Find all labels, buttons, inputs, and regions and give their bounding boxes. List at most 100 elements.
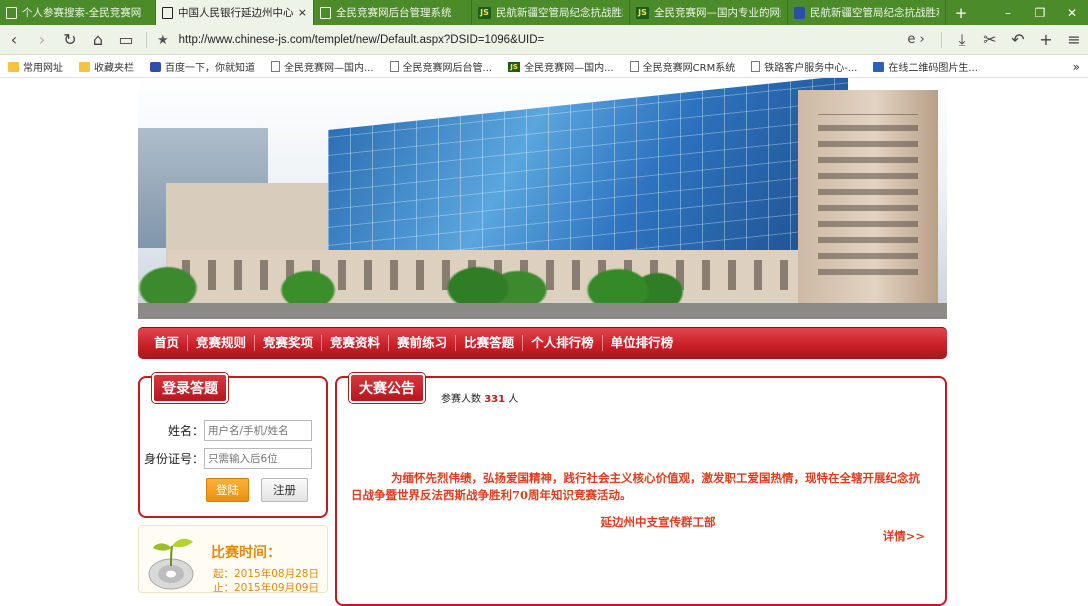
more-bookmarks-button[interactable]: » <box>1073 60 1088 74</box>
tab-admin-system[interactable]: 全民竞赛网后台管理系统 <box>314 0 472 25</box>
announcement-text: 为缅怀先烈伟绩，弘扬爱国精神，践行社会主义核心价值观，激发职工爱国热情，现特在全… <box>351 471 920 502</box>
menu-home[interactable]: 首页 <box>146 335 189 351</box>
menu-answer[interactable]: 比赛答题 <box>456 335 524 351</box>
bookmark-qrcode[interactable]: 在线二维码图片生... <box>865 59 986 74</box>
tab-title: 民航新疆空管局纪念抗战胜利 <box>496 7 623 19</box>
page-icon <box>751 61 761 72</box>
start-date: 起：2015年08月28日 <box>213 568 319 580</box>
qr-code-icon <box>873 61 885 72</box>
page-icon <box>320 6 331 19</box>
add-icon[interactable]: + <box>1032 26 1060 54</box>
banner-image <box>138 78 947 319</box>
ie-mode-button[interactable]: e › <box>897 26 935 54</box>
forward-button[interactable]: › <box>28 26 56 54</box>
bookmark-label: 常用网址 <box>23 63 63 74</box>
login-panel-title: 登录答题 <box>152 373 228 403</box>
back-button[interactable]: ‹ <box>0 26 28 54</box>
bookmark-label: 全民竞赛网CRM系统 <box>642 63 736 74</box>
baidu-icon <box>150 61 161 72</box>
star-icon[interactable]: ★ <box>157 32 169 48</box>
reader-mode-button[interactable]: ▭ <box>112 26 140 54</box>
close-icon[interactable]: × <box>298 6 307 19</box>
details-link[interactable]: 详情>> <box>883 528 925 544</box>
menu-unit-ranking[interactable]: 单位排行榜 <box>603 335 682 351</box>
bookmark-quanmin-admin[interactable]: 全民竞赛网后台管... <box>382 59 501 74</box>
folder-icon <box>8 61 19 72</box>
participant-count-label: 参赛人数 <box>441 394 481 405</box>
menu-materials[interactable]: 竞赛资料 <box>322 335 390 351</box>
menu-practice[interactable]: 赛前练习 <box>389 335 457 351</box>
banner-tower-windows <box>818 114 918 275</box>
bookmark-label: 收藏夹栏 <box>94 63 134 74</box>
id-label: 身份证号： <box>143 452 204 466</box>
address-bar[interactable]: ★ http://www.chinese-js.com/templet/new/… <box>153 27 897 53</box>
page-icon <box>162 6 173 19</box>
announcement-title: 大赛公告 <box>349 373 425 403</box>
page-icon <box>6 6 17 19</box>
navigation-bar: ‹ › ↻ ⌂ ▭ ★ http://www.chinese-js.com/te… <box>0 25 1088 55</box>
tab-xinjiang-atc[interactable]: JS 民航新疆空管局纪念抗战胜利 <box>472 0 630 25</box>
participant-count-value: 331 <box>484 394 506 405</box>
login-button[interactable]: 登陆 <box>206 478 249 502</box>
bookmark-crm[interactable]: 全民竞赛网CRM系统 <box>622 59 744 74</box>
baidu-icon <box>794 6 805 19</box>
page-icon <box>271 61 280 72</box>
menu-personal-ranking[interactable]: 个人排行榜 <box>523 335 603 351</box>
tab-personal-search[interactable]: 个人参赛搜索-全民竞赛网 <box>0 0 156 25</box>
tab-title: 全民竞赛网后台管理系统 <box>336 7 452 19</box>
scissors-icon[interactable]: ✂ <box>976 26 1004 54</box>
download-icon[interactable]: ⤓ <box>948 26 976 54</box>
participant-count: 参赛人数 331 人 <box>441 390 518 405</box>
tab-bar: 个人参赛搜索-全民竞赛网 中国人民银行延边州中心支 × 全民竞赛网后台管理系统 … <box>0 0 1088 25</box>
home-button[interactable]: ⌂ <box>84 26 112 54</box>
bookmark-label: 全民竞赛网—国内... <box>284 63 374 74</box>
menu-awards[interactable]: 竞赛奖项 <box>255 335 323 351</box>
js-icon: JS <box>636 6 649 19</box>
divider <box>941 31 942 48</box>
url-text: http://www.chinese-js.com/templet/new/De… <box>178 33 545 46</box>
disc-sprout-icon <box>148 538 194 590</box>
name-input[interactable] <box>204 420 312 441</box>
competition-time-panel: 比赛时间： 起：2015年08月28日 止：2015年09月09日 <box>138 525 328 593</box>
tab-title: 个人参赛搜索-全民竞赛网 <box>22 7 142 19</box>
window-controls: – ❐ ✕ <box>992 0 1088 25</box>
tab-title: 民航新疆空管局纪念抗战胜利 <box>810 7 939 19</box>
bookmarks-bar: 常用网址 收藏夹栏 百度一下，你就知道 全民竞赛网—国内... 全民竞赛网后台管… <box>0 56 1088 78</box>
reload-button[interactable]: ↻ <box>56 26 84 54</box>
tab-pboc-yanbian[interactable]: 中国人民银行延边州中心支 × <box>156 0 314 25</box>
bookmark-railway[interactable]: 铁路客户服务中心-... <box>743 59 865 74</box>
id-row: 身份证号： <box>140 448 312 469</box>
bookmark-label: 百度一下，你就知道 <box>165 63 255 74</box>
bookmark-label: 铁路客户服务中心-... <box>764 63 858 74</box>
folder-icon <box>79 61 90 72</box>
bookmark-label: 全民竞赛网后台管... <box>402 63 493 74</box>
undo-icon[interactable]: ↶ <box>1004 26 1032 54</box>
bookmark-quanmin-2[interactable]: JS 全民竞赛网—国内... <box>500 59 622 74</box>
bookmark-label: 全民竞赛网—国内... <box>524 63 614 74</box>
id-number-input[interactable] <box>204 448 312 469</box>
minimize-button[interactable]: – <box>992 0 1024 25</box>
new-tab-button[interactable]: + <box>946 4 976 22</box>
tab-title: 中国人民银行延边州中心支 <box>178 7 294 19</box>
tab-xinjiang-atc-2[interactable]: 民航新疆空管局纪念抗战胜利 <box>788 0 946 25</box>
banner-trees <box>138 258 947 308</box>
page-icon <box>389 61 399 72</box>
tab-quanmin-network[interactable]: JS 全民竞赛网—国内专业的网络 <box>630 0 788 25</box>
menu-rules[interactable]: 竞赛规则 <box>188 335 256 351</box>
page-content: 首页 竞赛规则 竞赛奖项 竞赛资料 赛前练习 比赛答题 个人排行榜 单位排行榜 … <box>0 78 1088 606</box>
restore-button[interactable]: ❐ <box>1024 0 1056 25</box>
announcement-panel: 大赛公告 参赛人数 331 人 为缅怀先烈伟绩，弘扬爱国精神，践行社会主义核心价… <box>335 373 947 606</box>
bookmark-common-sites[interactable]: 常用网址 <box>0 59 71 74</box>
close-window-button[interactable]: ✕ <box>1056 0 1088 25</box>
js-icon: JS <box>508 61 521 72</box>
end-date: 止：2015年09月09日 <box>213 582 319 593</box>
menu-icon[interactable]: ≡ <box>1060 26 1088 54</box>
register-button[interactable]: 注册 <box>261 478 308 502</box>
main-menu: 首页 竞赛规则 竞赛奖项 竞赛资料 赛前练习 比赛答题 个人排行榜 单位排行榜 <box>138 327 947 359</box>
js-icon: JS <box>478 6 491 19</box>
bookmark-label: 在线二维码图片生... <box>888 63 978 74</box>
bookmark-favorites-bar[interactable]: 收藏夹栏 <box>71 59 142 74</box>
bookmark-baidu[interactable]: 百度一下，你就知道 <box>142 59 263 74</box>
participant-count-unit: 人 <box>508 394 519 405</box>
bookmark-quanmin-1[interactable]: 全民竞赛网—国内... <box>263 59 382 74</box>
